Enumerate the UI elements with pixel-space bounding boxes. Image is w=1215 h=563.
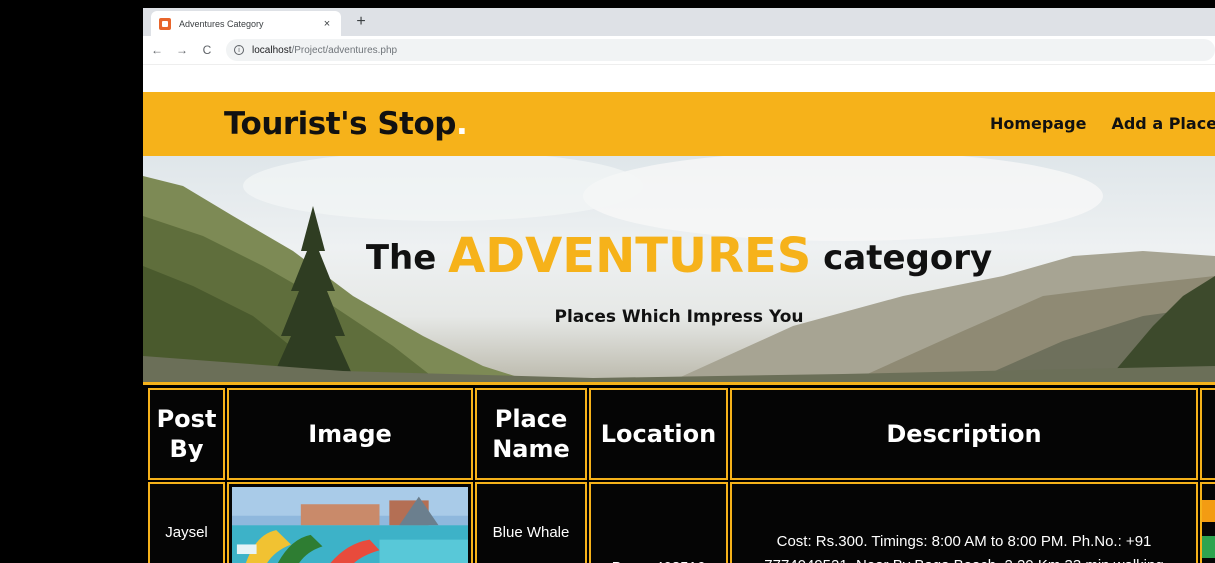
hero-title: The ADVENTURES category <box>143 228 1215 284</box>
header-post-by: Post By <box>148 388 225 480</box>
header-description: Description <box>730 388 1198 480</box>
cell-actions <box>1200 482 1215 563</box>
water-park-photo <box>232 487 468 563</box>
favicon-icon <box>159 17 171 30</box>
hero-title-post: category <box>823 238 993 278</box>
url-text: localhost/Project/adventures.php <box>252 45 397 56</box>
nav-link-add-place[interactable]: Add a Place t <box>1111 114 1215 133</box>
tab-title: Adventures Category <box>179 18 264 29</box>
header-location: Location <box>589 388 728 480</box>
hero-banner: The ADVENTURES category Places Which Imp… <box>143 156 1215 385</box>
url-host: localhost <box>252 44 292 56</box>
hero-title-pre: The <box>365 238 437 278</box>
description-line1: Cost: Rs.300. Timings: 8:00 AM to 8:00 P… <box>776 533 1152 550</box>
places-table: Post By Image Place Name Location Descript… <box>143 382 1215 563</box>
hero-title-accent: ADVENTURES <box>448 228 812 284</box>
header-place-name: Place Name <box>475 388 587 480</box>
reload-icon[interactable]: C <box>196 39 218 61</box>
cell-description: Cost: Rs.300. Timings: 8:00 AM to 8:00 P… <box>730 482 1198 563</box>
brand-logo[interactable]: Tourist's Stop. <box>224 106 468 142</box>
browser-tab[interactable]: Adventures Category × <box>151 11 341 36</box>
cell-location: Baga, 403516 <box>589 482 728 563</box>
nav-link-homepage[interactable]: Homepage <box>990 114 1086 133</box>
header-image: Image <box>227 388 473 480</box>
site-header: Tourist's Stop. Homepage Add a Place t <box>143 92 1215 156</box>
header-post-by-line1: Post <box>156 405 217 433</box>
header-place-name-line1: Place <box>494 405 568 433</box>
cell-place-name: Blue Whale <box>475 482 587 563</box>
info-icon[interactable]: i <box>234 45 244 55</box>
close-icon[interactable]: × <box>321 18 333 30</box>
cell-post-by: Jaysel <box>148 482 225 563</box>
cell-image <box>227 482 473 563</box>
view-button-strip[interactable] <box>1202 536 1215 558</box>
main-nav: Homepage Add a Place t <box>990 114 1215 133</box>
url-path: /Project/adventures.php <box>291 44 398 56</box>
header-post-by-line2: By <box>169 435 204 463</box>
header-extra <box>1200 388 1215 480</box>
back-arrow-icon[interactable]: ← <box>146 39 168 61</box>
browser-window: Adventures Category × + ← → C i localhos… <box>143 8 1215 563</box>
hero-subtitle: Places Which Impress You <box>554 307 804 327</box>
browser-toolbar: ← → C i localhost/Project/adventures.php <box>143 36 1215 65</box>
forward-arrow-icon[interactable]: → <box>171 39 193 61</box>
new-tab-button[interactable]: + <box>351 11 371 33</box>
edit-button-strip[interactable] <box>1202 500 1215 522</box>
description-line2: 7774049521. Near By Baga Beach, 2.20 Km … <box>764 554 1163 563</box>
tab-strip: Adventures Category × + <box>143 8 1215 36</box>
header-place-name-line2: Name <box>492 435 570 463</box>
address-bar[interactable]: i localhost/Project/adventures.php <box>226 39 1215 61</box>
brand-dot: . <box>455 106 468 142</box>
brand-name: Tourist's Stop <box>224 106 456 142</box>
